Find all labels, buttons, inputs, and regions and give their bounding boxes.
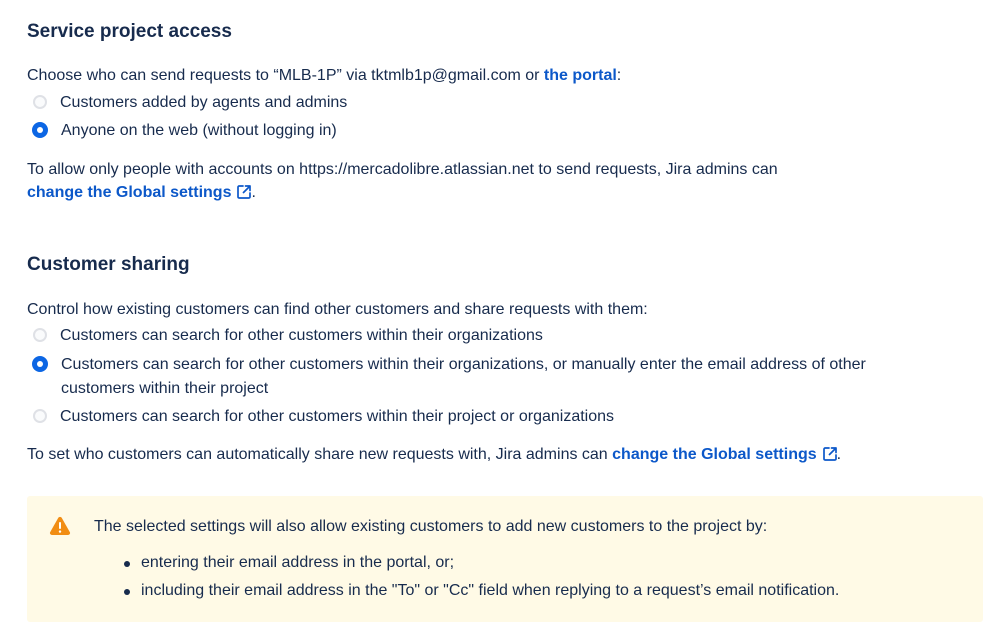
radio-label[interactable]: Customers can search for other customers… <box>61 353 931 401</box>
external-link-icon <box>822 446 837 468</box>
radio-label[interactable]: Customers added by agents and admins <box>60 91 930 115</box>
radio-customers-added-by-agents[interactable] <box>33 95 47 109</box>
portal-link[interactable]: the portal <box>544 67 617 84</box>
radio-label[interactable]: Anyone on the web (without logging in) <box>61 119 931 143</box>
service-access-global-settings: change the Global settings. <box>27 182 256 206</box>
customer-sharing-note-text: To set who customers can automatically s… <box>27 446 613 463</box>
radio-anyone-on-web[interactable] <box>32 122 48 138</box>
change-global-settings-label[interactable]: change the Global settings <box>27 184 231 201</box>
customer-sharing-note: To set who customers can automatically s… <box>27 444 841 468</box>
customer-sharing-intro: Control how existing customers can find … <box>27 301 648 318</box>
radio-search-organizations-or-email[interactable] <box>32 356 48 372</box>
list-item: including their email address in the "To… <box>122 580 839 602</box>
change-global-settings-link-2[interactable]: change the Global settings <box>612 446 837 463</box>
radio-label[interactable]: Customers can search for other customers… <box>60 405 930 429</box>
radio-label[interactable]: Customers can search for other customers… <box>60 324 930 348</box>
warning-list: entering their email address in the port… <box>122 552 839 608</box>
external-link-icon <box>237 184 252 206</box>
service-access-note: To allow only people with accounts on ht… <box>27 161 778 178</box>
list-item: entering their email address in the port… <box>122 552 839 574</box>
radio-search-project-or-organizations[interactable] <box>33 409 47 423</box>
sharing-option-organizations-or-email[interactable]: Customers can search for other customers… <box>27 353 931 401</box>
global-settings-suffix: . <box>836 446 842 463</box>
service-access-intro-suffix: : <box>616 67 622 84</box>
sharing-option-organizations[interactable]: Customers can search for other customers… <box>27 324 930 348</box>
global-settings-suffix: . <box>251 184 256 201</box>
warning-panel: The selected settings will also allow ex… <box>27 496 983 622</box>
warning-icon <box>49 516 71 541</box>
access-option-agents-admins[interactable]: Customers added by agents and admins <box>27 91 930 115</box>
warning-title: The selected settings will also allow ex… <box>94 518 768 535</box>
customer-sharing-heading: Customer sharing <box>27 254 190 275</box>
change-global-settings-link[interactable]: change the Global settings <box>27 184 252 201</box>
access-option-anyone-on-web[interactable]: Anyone on the web (without logging in) <box>27 119 931 143</box>
service-access-intro: Choose who can send requests to “MLB-1P”… <box>27 65 621 87</box>
radio-search-organizations[interactable] <box>33 328 47 342</box>
service-access-heading: Service project access <box>27 21 232 42</box>
change-global-settings-label[interactable]: change the Global settings <box>612 446 816 463</box>
sharing-option-project-or-organizations[interactable]: Customers can search for other customers… <box>27 405 930 429</box>
service-access-intro-text: Choose who can send requests to “MLB-1P”… <box>27 67 544 84</box>
